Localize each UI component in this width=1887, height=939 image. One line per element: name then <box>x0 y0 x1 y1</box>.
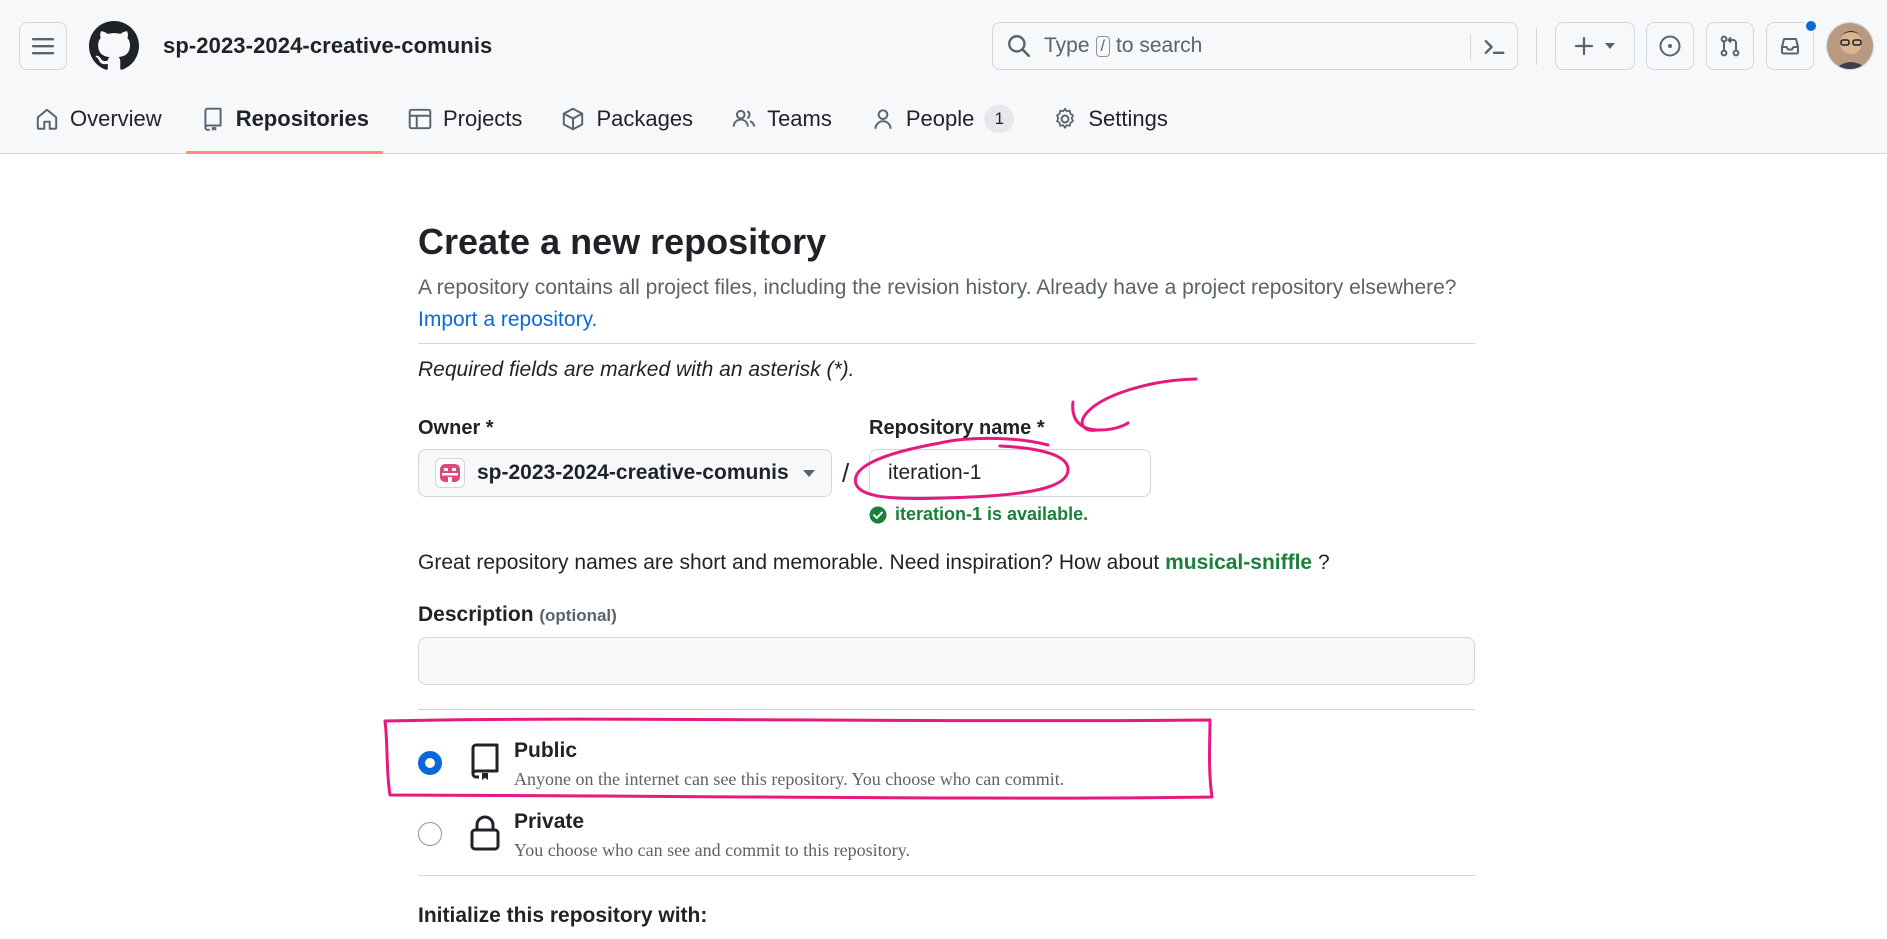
chevron-down-icon <box>803 470 815 477</box>
public-title: Public <box>514 739 578 762</box>
search-prefix: Type <box>1044 34 1090 57</box>
inbox-icon <box>1781 38 1799 55</box>
owner-avatar <box>435 458 465 488</box>
tab-label: Overview <box>70 106 162 131</box>
tab-repositories[interactable]: Repositories <box>185 96 384 154</box>
lock-icon <box>470 815 500 851</box>
visibility-option-public[interactable]: Public Anyone on the internet can see th… <box>418 739 1475 799</box>
divider <box>418 709 1475 710</box>
tab-label: Repositories <box>235 106 369 131</box>
private-title: Private <box>514 810 585 833</box>
description-input[interactable] <box>418 637 1475 685</box>
package-icon <box>563 107 584 131</box>
hamburger-icon <box>32 38 54 55</box>
tab-label: Settings <box>1088 106 1168 131</box>
search-input[interactable]: Type / to search <box>992 22 1518 70</box>
annotation-arrow <box>1071 377 1198 432</box>
owner-name: sp-2023-2024-creative-comunis <box>477 461 789 484</box>
org-title[interactable]: sp-2023-2024-creative-comunis <box>163 33 492 59</box>
owner-name-separator: / <box>842 458 850 488</box>
gear-icon <box>1056 107 1075 129</box>
search-shortcut-key: / <box>1095 35 1110 57</box>
page-title: Create a new repository <box>418 221 827 262</box>
optional-tag: (optional) <box>539 606 617 625</box>
home-icon <box>36 108 58 130</box>
name-suggestion[interactable]: musical-sniffle <box>1165 551 1312 574</box>
plus-icon <box>1574 36 1594 56</box>
availability-text: iteration-1 is available. <box>895 504 1089 524</box>
person-icon <box>874 109 892 129</box>
divider <box>418 343 1475 344</box>
search-placeholder: Type / to search <box>1044 34 1202 58</box>
page-lead: A repository contains all project files,… <box>418 272 1478 336</box>
description-label: Description (optional) <box>418 603 617 627</box>
private-radio[interactable] <box>418 822 442 846</box>
table-icon <box>408 108 432 130</box>
owner-dropdown[interactable]: sp-2023-2024-creative-comunis <box>418 449 832 497</box>
issue-opened-icon <box>1659 35 1681 57</box>
availability-message: iteration-1 is available. <box>869 504 1088 525</box>
visibility-option-private[interactable]: Private You choose who can see and commi… <box>418 810 1475 870</box>
org-navigation: Overview Repositories Projects Packages … <box>20 96 1192 154</box>
chevron-down-icon <box>1605 43 1615 49</box>
search-divider <box>1470 34 1471 60</box>
user-avatar[interactable] <box>1826 22 1874 70</box>
search-icon <box>1008 35 1031 58</box>
search-suffix: to search <box>1115 34 1203 57</box>
public-description: Anyone on the internet can see this repo… <box>514 769 1065 789</box>
name-hint: Great repository names are short and mem… <box>418 551 1330 575</box>
import-repository-link[interactable]: Import a repository. <box>418 308 597 331</box>
lead-text: A repository contains all project files,… <box>418 276 1457 299</box>
repo-icon <box>471 743 499 780</box>
required-note: Required fields are marked with an aster… <box>418 358 855 381</box>
tab-packages[interactable]: Packages <box>546 96 707 142</box>
check-circle-icon <box>869 506 887 523</box>
notification-indicator <box>1804 19 1818 33</box>
people-count-badge: 1 <box>984 105 1015 133</box>
menu-button[interactable] <box>19 22 67 70</box>
tab-overview[interactable]: Overview <box>20 96 176 142</box>
tab-label: Projects <box>442 106 523 131</box>
tab-label: People <box>905 106 975 131</box>
issues-button[interactable] <box>1646 22 1694 70</box>
github-logo-icon[interactable] <box>89 21 139 71</box>
global-header: sp-2023-2024-creative-comunis Type / to … <box>0 0 1887 154</box>
create-new-button[interactable] <box>1555 22 1635 70</box>
description-label-text: Description <box>418 603 534 626</box>
pull-requests-button[interactable] <box>1706 22 1754 70</box>
hint-suffix: ? <box>1317 551 1330 574</box>
org-avatar-icon <box>440 464 460 482</box>
hint-prefix: Great repository names are short and mem… <box>418 551 1160 574</box>
private-description: You choose who can see and commit to thi… <box>514 840 910 860</box>
tab-projects[interactable]: Projects <box>393 96 536 142</box>
repo-icon <box>204 107 222 131</box>
tab-label: Packages <box>596 106 694 131</box>
command-palette-icon[interactable] <box>1480 33 1508 61</box>
repository-name-input[interactable] <box>869 449 1151 497</box>
tab-settings[interactable]: Settings <box>1038 96 1182 142</box>
tab-people[interactable]: People 1 <box>856 96 1029 142</box>
tab-label: Teams <box>767 106 832 131</box>
owner-label: Owner * <box>418 417 494 439</box>
tab-teams[interactable]: Teams <box>717 96 846 142</box>
initialize-label: Initialize this repository with: <box>418 904 708 927</box>
git-pull-request-icon <box>1720 35 1740 57</box>
people-icon <box>732 109 756 127</box>
repository-name-label: Repository name * <box>869 417 1045 439</box>
divider <box>418 875 1475 876</box>
header-divider <box>1536 27 1537 65</box>
avatar-image-icon <box>1827 23 1873 69</box>
public-radio[interactable] <box>418 751 442 775</box>
